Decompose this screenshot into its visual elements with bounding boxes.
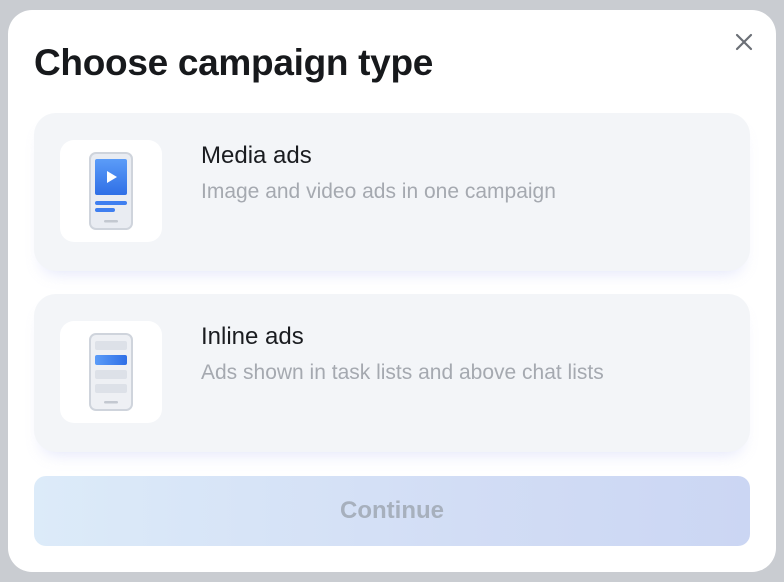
option-inline-ads[interactable]: Inline ads Ads shown in task lists and a… [34, 294, 750, 452]
option-title: Media ads [201, 142, 312, 169]
option-description: Ads shown in task lists and above chat l… [201, 361, 604, 384]
campaign-type-modal: Choose campaign type Media ads Image and… [8, 10, 776, 572]
inline-ads-phone-icon [89, 333, 133, 411]
modal-title: Choose campaign type [34, 42, 434, 83]
media-ads-phone-icon [89, 152, 133, 230]
inline-ads-thumbnail [60, 321, 162, 423]
continue-button[interactable]: Continue [34, 476, 750, 546]
media-ads-thumbnail [60, 140, 162, 242]
option-title: Inline ads [201, 323, 304, 350]
option-description: Image and video ads in one campaign [201, 180, 556, 203]
close-button[interactable] [732, 30, 756, 54]
option-media-ads[interactable]: Media ads Image and video ads in one cam… [34, 113, 750, 271]
close-icon [735, 33, 753, 51]
